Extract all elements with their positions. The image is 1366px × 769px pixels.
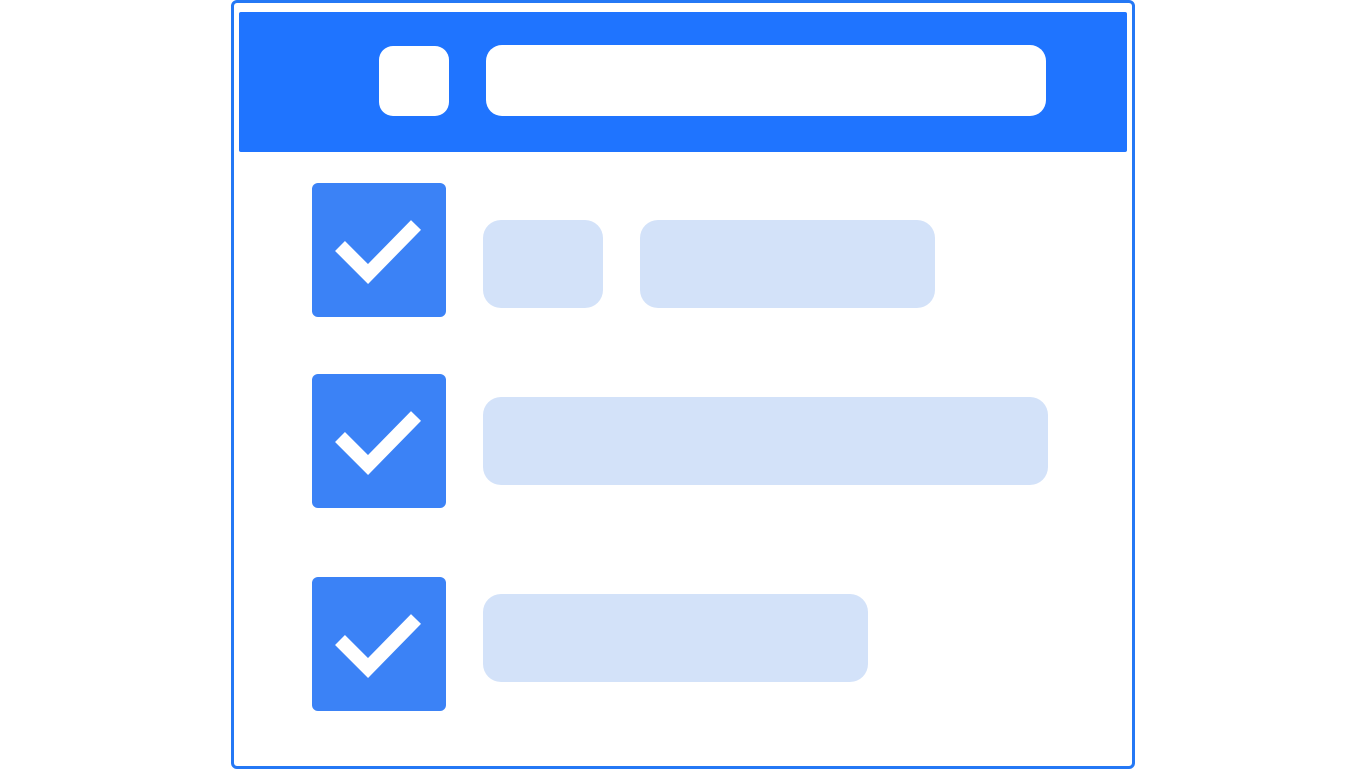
header-bar — [239, 12, 1127, 152]
header-square-placeholder-icon[interactable] — [379, 46, 449, 116]
check-icon — [335, 411, 422, 475]
list-item-2-text-placeholder — [483, 397, 1048, 485]
app-window — [231, 0, 1135, 769]
check-icon — [335, 614, 422, 678]
list-item-3-text-placeholder — [483, 594, 868, 682]
list-item-1-text-short-placeholder — [483, 220, 603, 308]
checkbox-item-1[interactable] — [312, 183, 446, 317]
checkbox-item-3[interactable] — [312, 577, 446, 711]
checkbox-item-2[interactable] — [312, 374, 446, 508]
check-icon — [335, 220, 422, 284]
header-search-placeholder[interactable] — [486, 45, 1046, 116]
list-item-1-text-placeholder — [640, 220, 935, 308]
